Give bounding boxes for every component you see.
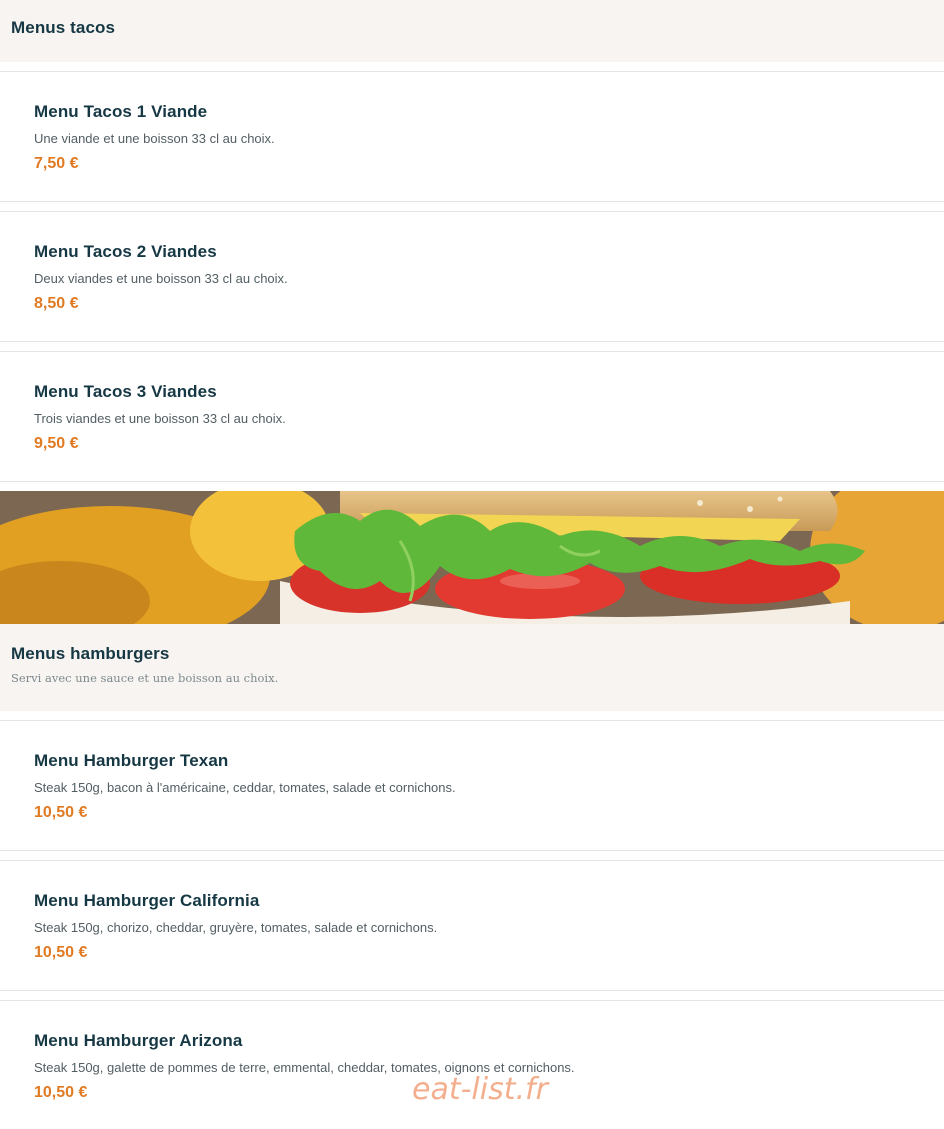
spacer xyxy=(0,62,944,71)
menu-item-price: 7,50 € xyxy=(34,155,79,172)
menu-item-price: 10,50 € xyxy=(34,804,88,821)
tacos-section-header: Menus tacos xyxy=(0,0,944,62)
spacer xyxy=(0,482,944,491)
menu-item-description: Une viande et une boisson 33 cl au choix… xyxy=(34,131,275,146)
menu-item-name: Menu Hamburger Texan xyxy=(34,751,229,770)
menu-item-name: Menu Tacos 3 Viandes xyxy=(34,382,217,401)
menu-item-tacos-3[interactable]: Menu Tacos 3 Viandes Trois viandes et un… xyxy=(0,351,944,482)
menu-item-description: Deux viandes et une boisson 33 cl au cho… xyxy=(34,271,288,286)
hamburgers-section-subtitle: Servi avec une sauce et une boisson au c… xyxy=(11,671,279,685)
menu-item-tacos-2[interactable]: Menu Tacos 2 Viandes Deux viandes et une… xyxy=(0,211,944,342)
menu-item-name: Menu Hamburger California xyxy=(34,891,260,910)
hamburger-banner-image xyxy=(0,491,944,624)
menu-item-price: 10,50 € xyxy=(34,944,88,961)
hamburgers-section-header: Menus hamburgers Servi avec une sauce et… xyxy=(0,624,944,711)
menu-item-name: Menu Tacos 2 Viandes xyxy=(34,242,217,261)
spacer xyxy=(0,342,944,351)
menu-item-tacos-1[interactable]: Menu Tacos 1 Viande Une viande et une bo… xyxy=(0,71,944,202)
menu-item-hamburger-california[interactable]: Menu Hamburger California Steak 150g, ch… xyxy=(0,860,944,991)
spacer xyxy=(0,851,944,860)
menu-item-hamburger-texan[interactable]: Menu Hamburger Texan Steak 150g, bacon à… xyxy=(0,720,944,851)
burger-illustration xyxy=(0,491,944,624)
menu-item-description: Trois viandes et une boisson 33 cl au ch… xyxy=(34,411,286,426)
hamburgers-section-title: Menus hamburgers xyxy=(11,644,170,663)
menu-item-name: Menu Tacos 1 Viande xyxy=(34,102,208,121)
tacos-section-title: Menus tacos xyxy=(11,18,116,37)
menu-item-hamburger-arizona[interactable]: Menu Hamburger Arizona Steak 150g, galet… xyxy=(0,1000,944,1129)
watermark-text: eat-list.fr xyxy=(412,1072,548,1107)
menu-item-price: 8,50 € xyxy=(34,295,79,312)
spacer xyxy=(0,991,944,1000)
menu-item-description: Steak 150g, bacon à l'américaine, ceddar… xyxy=(34,780,456,795)
spacer xyxy=(0,202,944,211)
spacer xyxy=(0,711,944,720)
menu-item-price: 9,50 € xyxy=(34,435,79,452)
menu-item-name: Menu Hamburger Arizona xyxy=(34,1031,243,1050)
menu-item-description: Steak 150g, chorizo, cheddar, gruyère, t… xyxy=(34,920,438,935)
